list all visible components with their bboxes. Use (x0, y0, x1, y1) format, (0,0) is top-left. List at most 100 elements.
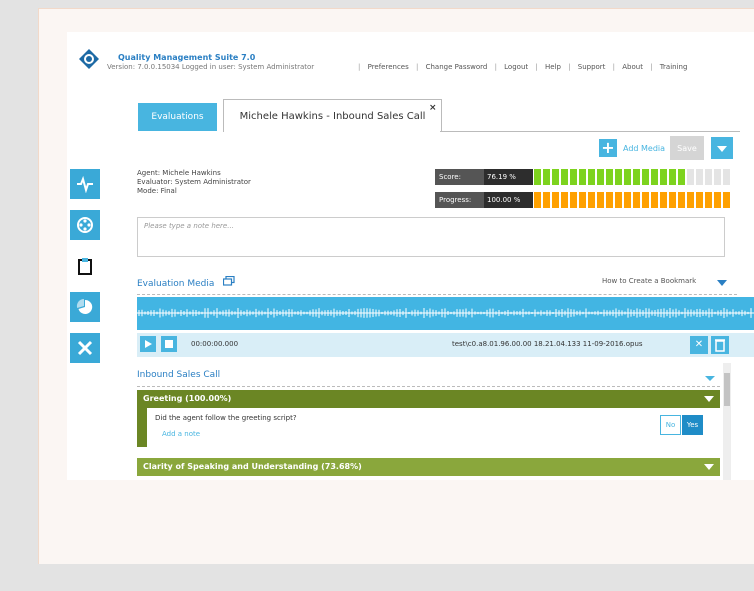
sidebar-item-media[interactable] (70, 210, 100, 240)
tab-evaluation-call[interactable]: Michele Hawkins - Inbound Sales Call (223, 99, 442, 132)
bar-segment (714, 192, 721, 208)
bar-segment (687, 192, 694, 208)
bar-segment (534, 169, 541, 185)
sidebar-item-reports[interactable] (70, 292, 100, 322)
section-label: Greeting (100.00%) (143, 394, 232, 403)
section-greeting[interactable]: Greeting (100.00%) (137, 390, 720, 408)
save-button[interactable]: Save (670, 136, 704, 160)
chevron-down-icon (704, 464, 714, 470)
tab-divider (440, 131, 740, 132)
agent-info: Agent: Michele Hawkins (137, 169, 221, 177)
nav-change-password[interactable]: Change Password (426, 63, 488, 71)
bar-segment (651, 169, 658, 185)
bar-segment (561, 169, 568, 185)
add-note-link[interactable]: Add a note (162, 430, 200, 438)
clipboard-icon (78, 258, 92, 275)
progress-label: Progress: (435, 192, 484, 208)
nav-separator: | (494, 63, 497, 71)
section-label: Clarity of Speaking and Understanding (7… (143, 462, 362, 471)
nav-support[interactable]: Support (578, 63, 606, 71)
nav-separator: | (416, 63, 419, 71)
logo-icon (79, 49, 99, 69)
waveform-graphic (137, 308, 754, 318)
bar-segment (633, 169, 640, 185)
bar-segment (705, 192, 712, 208)
divider (137, 294, 737, 295)
form-scrollbar[interactable] (723, 363, 731, 480)
bar-segment (579, 169, 586, 185)
bar-segment (696, 192, 703, 208)
bar-segment (723, 192, 730, 208)
bar-segment (705, 169, 712, 185)
form-title: Inbound Sales Call (137, 370, 221, 380)
bar-segment (579, 192, 586, 208)
stop-button[interactable] (161, 336, 177, 352)
playback-time: 00:00:00.000 (191, 340, 239, 348)
nav-help[interactable]: Help (545, 63, 561, 71)
section-clarity[interactable]: Clarity of Speaking and Understanding (7… (137, 458, 720, 476)
pie-chart-icon (76, 298, 93, 314)
play-button[interactable] (140, 336, 156, 352)
close-tab-icon[interactable]: × (429, 103, 437, 113)
add-media-button[interactable]: + (599, 139, 617, 157)
scrollbar-thumb[interactable] (724, 373, 730, 406)
chevron-down-icon[interactable] (717, 280, 727, 286)
nav-separator: | (650, 63, 653, 71)
evaluation-media-title: Evaluation Media (137, 279, 215, 289)
bar-segment (534, 192, 541, 208)
version-line: Version: 7.0.0.15034 Logged in user: Sys… (107, 63, 315, 71)
more-options-button[interactable] (711, 137, 733, 159)
bar-segment (543, 169, 550, 185)
nav-separator: | (568, 63, 571, 71)
score-label: Score: (435, 169, 484, 185)
bar-segment (552, 192, 559, 208)
bar-segment (606, 192, 613, 208)
popout-icon[interactable] (223, 276, 235, 286)
nav-separator: | (358, 63, 361, 71)
divider (137, 386, 720, 387)
tab-evaluations[interactable]: Evaluations (138, 103, 217, 131)
answer-no-button[interactable]: No (660, 415, 681, 435)
bar-segment (615, 192, 622, 208)
note-textarea[interactable]: Please type a note here... (137, 217, 725, 257)
bar-segment (651, 192, 658, 208)
bookmark-help-link[interactable]: How to Create a Bookmark (602, 277, 696, 285)
bar-segment (561, 192, 568, 208)
bar-segment (678, 192, 685, 208)
bar-segment (570, 169, 577, 185)
stop-icon (165, 340, 173, 348)
media-filename: test\c0.a8.01.96.00.00 18.21.04.133 11-0… (452, 340, 643, 348)
nav-logout[interactable]: Logout (504, 63, 528, 71)
bar-segment (606, 169, 613, 185)
bar-segment (624, 169, 631, 185)
mode-info: Mode: Final (137, 187, 177, 195)
trash-icon (715, 339, 725, 352)
tools-icon (77, 340, 93, 356)
bar-segment (543, 192, 550, 208)
nav-training[interactable]: Training (660, 63, 688, 71)
bar-segment (552, 169, 559, 185)
question-row: Did the agent follow the greeting script… (137, 408, 720, 447)
answer-yes-button[interactable]: Yes (682, 415, 703, 435)
bar-segment (660, 192, 667, 208)
sidebar-item-monitoring[interactable] (70, 169, 100, 199)
bar-segment (696, 169, 703, 185)
delete-media-button[interactable] (711, 336, 729, 354)
audio-waveform[interactable] (137, 297, 754, 330)
remove-media-button[interactable]: ✕ (690, 336, 708, 354)
chevron-down-icon[interactable] (705, 376, 715, 381)
nav-about[interactable]: About (622, 63, 643, 71)
bar-segment (570, 192, 577, 208)
pulse-icon (77, 175, 93, 193)
sidebar-item-settings[interactable] (70, 333, 100, 363)
nav-separator: | (612, 63, 616, 71)
nav-preferences[interactable]: Preferences (368, 63, 409, 71)
play-icon (145, 340, 152, 348)
bar-segment (669, 169, 676, 185)
add-media-link[interactable]: Add Media (623, 144, 665, 153)
progress-bar (534, 192, 730, 208)
evaluator-info: Evaluator: System Administrator (137, 178, 251, 186)
chevron-down-icon (717, 146, 727, 152)
sidebar-item-evaluations[interactable] (70, 251, 100, 281)
question-text: Did the agent follow the greeting script… (155, 414, 297, 422)
